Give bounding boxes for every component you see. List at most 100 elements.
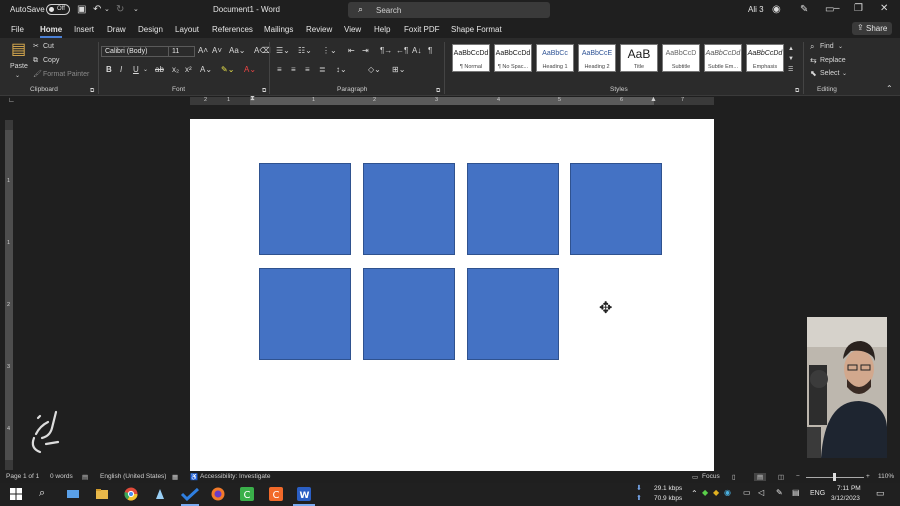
blue-square-shape[interactable] [467,268,559,360]
zoom-in-icon[interactable]: + [866,473,870,480]
bullets-icon[interactable]: ☰⌄ [276,46,290,56]
paste-dropdown-icon[interactable]: ⌄ [15,71,20,81]
increase-indent-icon[interactable]: ⇥ [362,46,369,56]
bold-icon[interactable]: B [106,65,112,75]
word-count[interactable]: 0 words [50,473,73,480]
replace-label[interactable]: Replace [820,56,846,66]
blue-square-shape[interactable] [259,163,351,255]
blue-square-shape[interactable] [363,163,455,255]
tab-insert[interactable]: Insert [74,25,94,34]
show-marks-icon[interactable]: ¶ [428,46,432,56]
style-normal[interactable]: AaBbCcDd ¶ Normal [452,44,490,72]
style-title[interactable]: AaB Title [620,44,658,72]
styles-scroll-down-icon[interactable]: ▼ [788,54,794,64]
redo-icon[interactable]: ↻ [116,4,124,15]
superscript-icon[interactable]: x² [185,65,192,75]
camtasia-orange-icon[interactable]: C [269,487,283,501]
grow-font-icon[interactable]: A˄ [198,46,208,56]
tab-layout[interactable]: Layout [175,25,199,34]
focus-mode[interactable]: Focus [702,473,720,480]
underline-icon[interactable]: U [133,65,139,75]
format-painter-label[interactable]: Format Painter [43,70,89,80]
autosave-toggle[interactable]: Off [46,4,70,15]
ltr-icon[interactable]: ¶→ [380,46,392,56]
checkmark-app-icon[interactable] [180,487,200,501]
align-left-icon[interactable]: ≡ [277,65,282,75]
tab-references[interactable]: References [212,25,253,34]
justify-icon[interactable]: ≣ [319,65,326,75]
tray-app-icon[interactable]: ◉ [724,488,731,497]
shrink-font-icon[interactable]: A˅ [212,46,222,56]
multilevel-list-icon[interactable]: ⋮⌄ [322,46,337,56]
blue-square-shape[interactable] [363,268,455,360]
pen-icon[interactable]: ✎ [800,4,808,15]
style-heading-2[interactable]: AaBbCcE Heading 2 [578,44,616,72]
zoom-slider-thumb[interactable] [833,473,836,481]
tray-app-icon[interactable]: ◆ [702,488,708,497]
styles-scroll-up-icon[interactable]: ▲ [788,44,794,54]
language-status[interactable]: English (United States) [100,473,166,480]
chrome-icon[interactable] [124,487,138,501]
indent-marker-icon[interactable]: ⧗ [250,95,255,103]
zoom-level[interactable]: 110% [878,473,894,480]
align-center-icon[interactable]: ≡ [291,65,296,75]
proofing-icon[interactable]: ▤ [82,473,88,481]
tab-design[interactable]: Design [138,25,163,34]
volume-icon[interactable]: ◁ [758,488,764,497]
minimize-icon[interactable]: – [834,3,840,14]
strikethrough-icon[interactable]: ab [155,65,164,75]
photos-app-icon[interactable] [153,487,167,501]
web-layout-icon[interactable]: ◫ [778,473,784,481]
paste-icon[interactable]: ▤ [11,42,26,58]
style-no-spacing[interactable]: AaBbCcDd ¶ No Spac... [494,44,532,72]
tab-review[interactable]: Review [306,25,332,34]
blue-square-shape[interactable] [259,268,351,360]
page-count[interactable]: Page 1 of 1 [6,473,39,480]
italic-icon[interactable]: I [120,65,122,75]
focus-icon[interactable]: ▭ [692,473,698,481]
style-subtle-emphasis[interactable]: AaBbCcDd Subtle Em... [704,44,742,72]
accessibility-status[interactable]: Accessibility: Investigate [200,473,270,480]
customize-qat-icon[interactable]: ⌄ [133,4,139,15]
file-explorer-icon[interactable] [95,487,109,501]
tab-foxit-pdf[interactable]: Foxit PDF [404,25,440,34]
tab-selector-icon[interactable]: ∟ [8,97,15,104]
tab-view[interactable]: View [344,25,361,34]
select-dropdown-icon[interactable]: ⌄ [842,69,847,79]
sort-icon[interactable]: A↓ [412,46,421,56]
firefox-icon[interactable] [211,487,225,501]
cut-label[interactable]: Cut [43,42,54,52]
input-language[interactable]: ENG [810,490,825,497]
clock-time[interactable]: 7:11 PM [837,485,861,492]
decrease-indent-icon[interactable]: ⇤ [348,46,355,56]
accessibility-icon[interactable]: ♿ [190,473,198,481]
tab-draw[interactable]: Draw [107,25,126,34]
clock-date[interactable]: 3/12/2023 [831,495,860,502]
cut-icon[interactable]: ✂ [33,42,39,52]
tab-home[interactable]: Home [40,25,63,38]
change-case-icon[interactable]: Aa⌄ [229,46,246,56]
text-effects-icon[interactable]: A⌄ [200,65,212,75]
tab-file[interactable]: File [11,25,24,34]
select-label[interactable]: Select [820,69,839,79]
replace-icon[interactable]: ⇆ [810,56,817,66]
undo-icon[interactable]: ↶ [93,4,101,15]
copy-icon[interactable]: ⧉ [33,56,38,66]
styles-more-icon[interactable]: ☰ [788,65,793,75]
pen-tray-icon[interactable]: ✎ [776,488,783,497]
underline-dropdown-icon[interactable]: ⌄ [143,65,148,75]
style-subtitle[interactable]: AaBbCcD Subtitle [662,44,700,72]
search-box[interactable]: ⌕ Search [348,2,550,18]
zoom-out-icon[interactable]: − [796,473,800,480]
paragraph-launcher-icon[interactable]: ⧉ [436,86,440,96]
format-painter-icon[interactable]: 🖌 [33,70,42,80]
styles-launcher-icon[interactable]: ⧉ [795,86,799,96]
select-icon[interactable]: ⬉ [810,69,817,79]
blue-square-shape[interactable] [467,163,559,255]
style-heading-1[interactable]: AaBbCc Heading 1 [536,44,574,72]
avatar[interactable]: ◉ [772,4,781,15]
read-mode-icon[interactable]: ▯ [732,473,736,481]
keyboard-icon[interactable]: ▤ [792,488,800,497]
notifications-icon[interactable]: ▭ [876,488,885,499]
print-layout-icon[interactable]: ▤ [754,473,767,481]
